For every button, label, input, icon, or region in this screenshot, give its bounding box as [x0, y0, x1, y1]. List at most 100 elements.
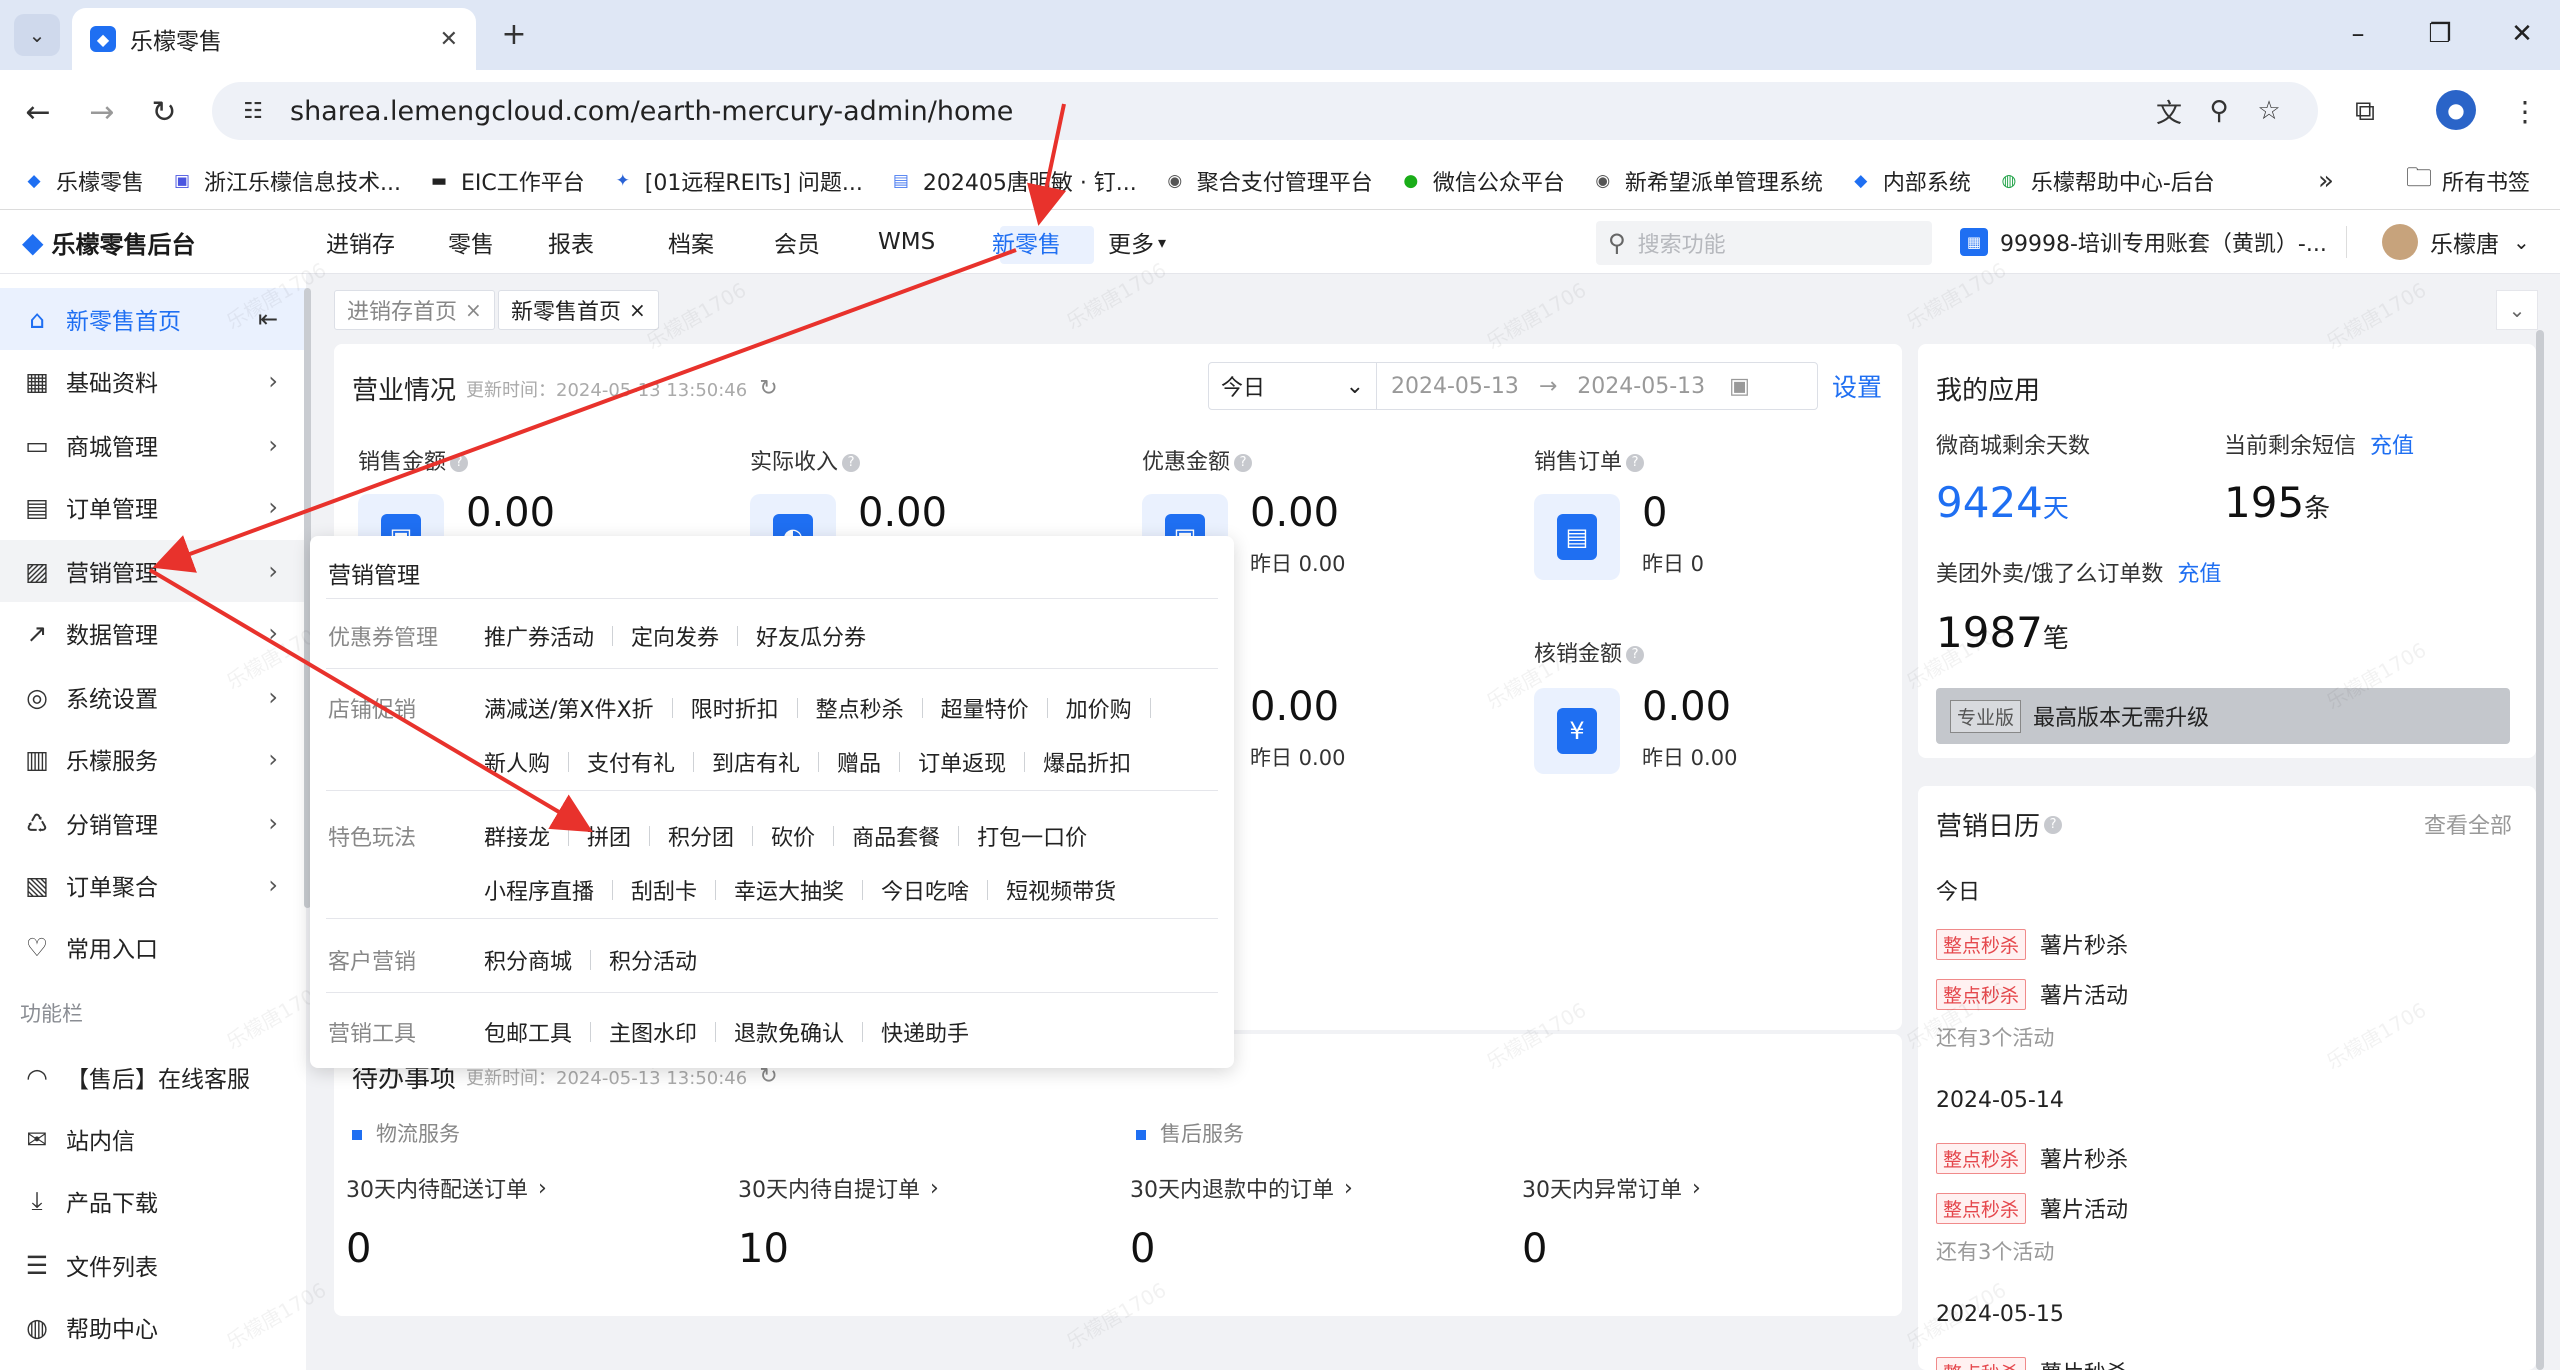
flyout-link[interactable]: 超量特价 — [941, 692, 1029, 724]
flyout-link[interactable]: 加价购 — [1066, 692, 1132, 724]
todo-value[interactable]: 0 — [346, 1226, 371, 1272]
flyout-link[interactable]: 包邮工具 — [484, 1016, 572, 1048]
sidebar-item[interactable]: ♺ 分销管理 › — [0, 792, 306, 854]
app-logo[interactable]: ◆ 乐檬零售后台 — [22, 210, 196, 274]
url-text[interactable]: sharea.lemengcloud.com/earth-mercury-adm… — [290, 96, 2144, 127]
bookmark-item[interactable]: ◆ 乐檬零售 — [22, 165, 144, 197]
sidebar-item[interactable]: ▦ 基础资料 › — [0, 350, 306, 412]
reload-button[interactable]: ↻ — [142, 90, 186, 134]
flyout-link[interactable]: 赠品 — [837, 746, 881, 778]
flyout-link[interactable]: 主图水印 — [609, 1016, 697, 1048]
function-search-input[interactable]: ⚲ 搜索功能 — [1596, 221, 1932, 265]
top-nav-item[interactable]: WMS — [878, 210, 935, 274]
help-icon[interactable]: ? — [2044, 815, 2063, 834]
function-bar-item[interactable]: ☰ 文件列表 — [0, 1234, 306, 1296]
flyout-link[interactable]: 推广券活动 — [484, 620, 594, 652]
flyout-link[interactable]: 定向发券 — [631, 620, 719, 652]
minimize-button[interactable]: – — [2328, 14, 2388, 54]
calendar-activity[interactable]: 整点秒杀 薯片活动 — [1936, 978, 2128, 1010]
top-nav-item[interactable]: 档案 — [668, 210, 714, 274]
bookmark-item[interactable]: ▣ 浙江乐檬信息技术... — [170, 165, 401, 197]
flyout-link[interactable]: 整点秒杀 — [816, 692, 904, 724]
function-bar-item[interactable]: ⤓ 产品下载 — [0, 1170, 306, 1232]
page-tab[interactable]: 进销存首页 × — [334, 290, 495, 330]
extensions-icon[interactable]: ⧉ — [2340, 88, 2390, 134]
flyout-link[interactable]: 支付有礼 — [587, 746, 675, 778]
close-icon[interactable]: × — [465, 298, 482, 322]
calendar-activity[interactable]: 整点秒杀薯片秒杀 — [1936, 928, 2128, 960]
help-icon[interactable]: ? — [1626, 646, 1645, 664]
tab-search-button[interactable]: ⌄ — [14, 14, 60, 56]
help-icon[interactable]: ? — [1234, 454, 1253, 472]
bookmark-item[interactable]: ▬ EIC工作平台 — [427, 165, 585, 197]
flyout-link[interactable]: 积分商城 — [484, 944, 572, 976]
date-to[interactable]: 2024-05-13 — [1563, 374, 1719, 399]
date-preset-select[interactable]: 今日 ⌄ — [1209, 363, 1377, 409]
calendar-activity[interactable]: 整点秒杀薯片秒杀 — [1936, 1142, 2128, 1174]
flyout-link[interactable]: 商品套餐 — [852, 820, 940, 852]
site-info-icon[interactable]: ☷ — [236, 94, 270, 128]
flyout-link[interactable]: 积分活动 — [609, 944, 697, 976]
todo-link[interactable]: 30天内待自提订单 › — [738, 1172, 939, 1204]
flyout-link[interactable]: 拼团 — [587, 820, 631, 852]
forward-button[interactable]: → — [80, 90, 124, 134]
flyout-link[interactable]: 今日吃啥 — [881, 874, 969, 906]
refresh-icon[interactable]: ↻ — [759, 376, 777, 401]
bookmark-item[interactable]: ● 微信公众平台 — [1399, 165, 1564, 197]
bookmark-item[interactable]: ▤ 202405唐明敏 · 钉... — [889, 165, 1137, 197]
help-icon[interactable]: ? — [842, 454, 861, 472]
help-icon[interactable]: ? — [450, 454, 469, 472]
page-scrollbar[interactable] — [2536, 330, 2544, 1370]
close-window-button[interactable]: ✕ — [2492, 14, 2552, 54]
flyout-link[interactable]: 退款免确认 — [734, 1016, 844, 1048]
restore-button[interactable]: ❐ — [2410, 14, 2470, 54]
flyout-link[interactable]: 积分团 — [668, 820, 734, 852]
top-nav-item[interactable]: 进销存 — [326, 210, 395, 274]
zoom-icon[interactable]: ⚲ — [2194, 96, 2244, 126]
new-tab-button[interactable]: + — [494, 14, 534, 54]
calendar-activity[interactable]: 整点秒杀 薯片活动 — [1936, 1192, 2128, 1224]
sidebar-item[interactable]: ↗ 数据管理 › — [0, 602, 306, 664]
calendar-more[interactable]: 还有3个活动 — [1936, 1022, 2054, 1052]
user-menu[interactable]: 乐檬唐 ⌄ — [2382, 210, 2530, 274]
top-nav-item[interactable]: 更多 ▾ — [1108, 210, 1166, 274]
collapse-sidebar-icon[interactable]: ⇤ — [258, 305, 278, 333]
todo-link[interactable]: 30天内待配送订单 › — [346, 1172, 547, 1204]
top-nav-item[interactable]: 会员 — [774, 210, 820, 274]
takeout-recharge-link[interactable]: 充值 — [2177, 556, 2221, 588]
browser-menu-icon[interactable]: ⋮ — [2500, 88, 2550, 134]
function-bar-item[interactable]: ✉ 站内信 — [0, 1108, 306, 1170]
top-nav-item[interactable]: 新零售 — [992, 210, 1061, 274]
flyout-link[interactable]: 订单返现 — [918, 746, 1006, 778]
sidebar-item[interactable]: ▭ 商城管理 › — [0, 414, 306, 476]
flyout-link[interactable]: 限时折扣 — [691, 692, 779, 724]
flyout-link[interactable]: 砍价 — [771, 820, 815, 852]
sidebar-item[interactable]: ▥ 乐檬服务 › — [0, 728, 306, 790]
sidebar-item[interactable]: ◎ 系统设置 › — [0, 666, 306, 728]
bookmark-item[interactable]: ✦ [01远程REITs] 问题... — [611, 165, 863, 197]
address-bar[interactable]: ☷ sharea.lemengcloud.com/earth-mercury-a… — [212, 82, 2318, 140]
top-nav-item[interactable]: 报表 — [548, 210, 594, 274]
back-button[interactable]: ← — [16, 90, 60, 134]
todo-link[interactable]: 30天内退款中的订单 › — [1130, 1172, 1353, 1204]
all-bookmarks[interactable]: 🗀 所有书签 — [2406, 152, 2530, 210]
todo-value[interactable]: 10 — [738, 1226, 789, 1272]
help-icon[interactable]: ? — [1626, 454, 1645, 472]
sms-recharge-link[interactable]: 充值 — [2370, 428, 2414, 460]
flyout-link[interactable]: 爆品折扣 — [1043, 746, 1131, 778]
top-nav-item[interactable]: 零售 — [448, 210, 494, 274]
function-bar-item[interactable]: ◠ 【售后】在线客服 — [0, 1046, 306, 1108]
flyout-link[interactable]: 到店有礼 — [712, 746, 800, 778]
tabs-dropdown-button[interactable]: ⌄ — [2496, 290, 2538, 330]
flyout-link[interactable]: 打包一口价 — [977, 820, 1087, 852]
todo-link[interactable]: 30天内异常订单 › — [1522, 1172, 1701, 1204]
account-selector[interactable]: ▦ 99998-培训专用账套（黄凯）-... — [1960, 210, 2327, 274]
calendar-icon[interactable]: ▣ — [1729, 374, 1750, 399]
translate-icon[interactable]: 文 — [2144, 93, 2194, 130]
flyout-link[interactable]: 幸运大抽奖 — [734, 874, 844, 906]
calendar-more[interactable]: 还有3个活动 — [1936, 1236, 2054, 1266]
sidebar-item[interactable]: ▧ 订单聚合 › — [0, 854, 306, 916]
bookmark-item[interactable]: ◉ 新希望派单管理系统 — [1591, 165, 1822, 197]
sidebar-item[interactable]: ▤ 订单管理 › — [0, 476, 306, 538]
flyout-link[interactable]: 刮刮卡 — [631, 874, 697, 906]
